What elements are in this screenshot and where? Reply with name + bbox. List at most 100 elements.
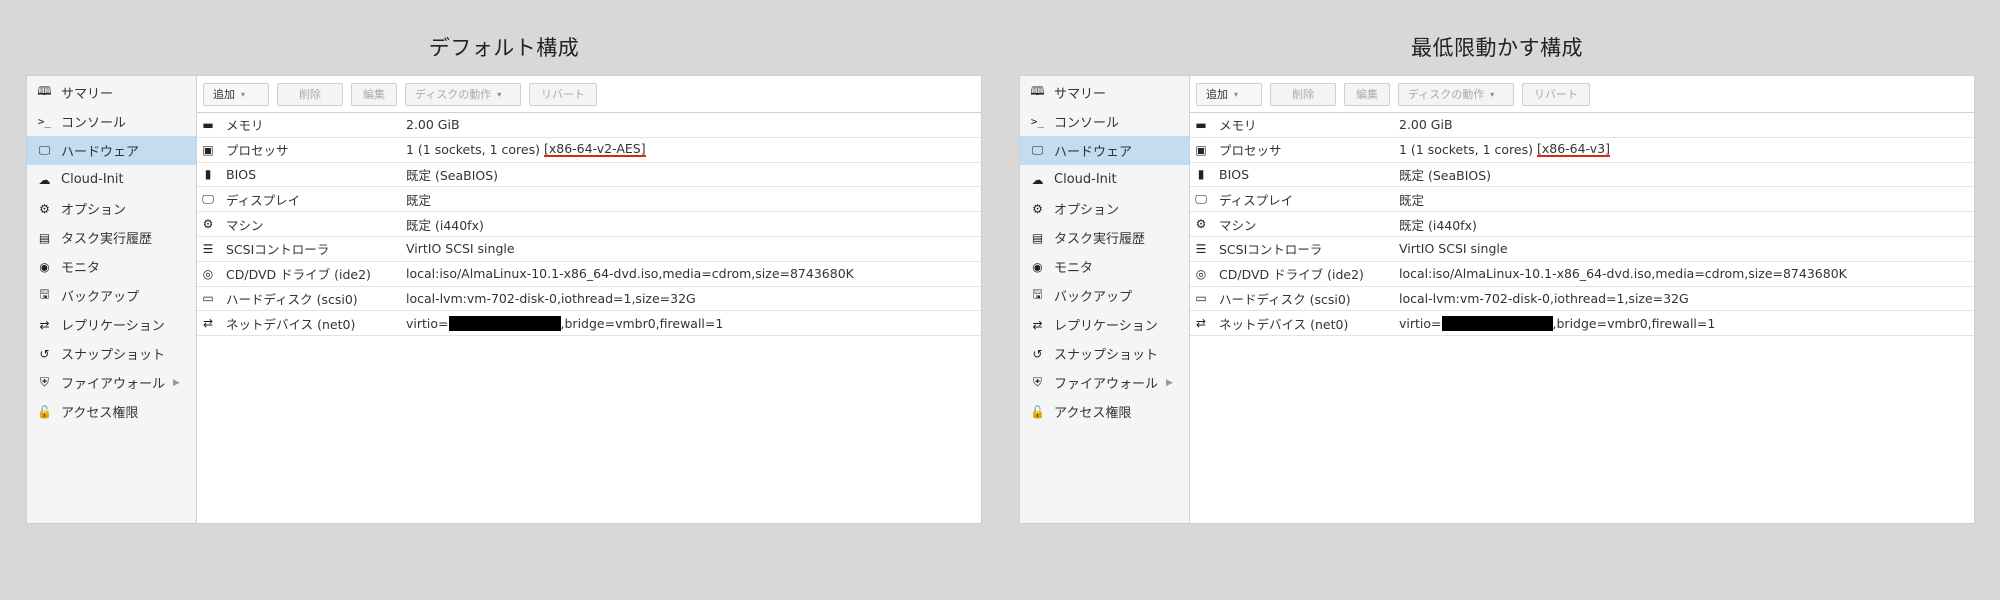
sidebar-item-backup[interactable]: 🖫 バックアップ <box>1020 281 1189 310</box>
sidebar-item-replication[interactable]: ⇄ レプリケーション <box>27 310 196 339</box>
chevron-down-icon: ▾ <box>1234 89 1239 99</box>
table-row-machine[interactable]: ⚙ マシン 既定 (i440fx) <box>1190 212 1974 237</box>
row-label: プロセッサ <box>226 143 289 159</box>
row-value: 既定 <box>1399 192 1425 208</box>
sidebar-item-label: モニタ <box>61 261 101 276</box>
chevron-right-icon[interactable]: ▶ <box>1166 378 1173 388</box>
sidebar-item-label: オプション <box>1054 203 1120 218</box>
eye-icon: ◉ <box>39 259 50 274</box>
sidebar-item-monitor[interactable]: ◉ モニタ <box>1020 252 1189 281</box>
sidebar-item-console[interactable]: >_ コンソール <box>1020 107 1189 136</box>
memory-icon: ▬ <box>1195 117 1207 132</box>
table-row-net-device[interactable]: ⇄ ネットデバイス (net0) virtio= ,bridge=vmbr0,fire… <box>197 311 981 337</box>
panel-title: デフォルト構成 <box>428 36 580 60</box>
hdd-icon: ▭ <box>202 291 214 306</box>
sidebar-item-permissions[interactable]: 🔓 アクセス権限 <box>27 397 196 426</box>
row-value: local-lvm:vm-702-disk-0,iothread=1,size=… <box>1399 290 1689 306</box>
chevron-right-icon[interactable]: ▶ <box>173 378 180 388</box>
database-icon: ☰ <box>202 241 214 256</box>
sidebar-item-replication[interactable]: ⇄ レプリケーション <box>1020 310 1189 339</box>
row-label: プロセッサ <box>1219 143 1282 159</box>
sidebar-item-label: バックアップ <box>61 290 140 305</box>
table-row-bios[interactable]: ▮ BIOS 既定 (SeaBIOS) <box>197 163 981 188</box>
sidebar-item-options[interactable]: ⚙ オプション <box>1020 194 1189 223</box>
row-value: 既定 (SeaBIOS) <box>406 167 499 183</box>
floppy-icon: 🖫 <box>39 287 50 301</box>
table-row-scsi-controller[interactable]: ☰ SCSIコントローラ VirtIO SCSI single <box>197 237 981 262</box>
disk-action-button[interactable]: ディスクの動作 ▾ <box>1398 82 1514 106</box>
sidebar-item-monitor[interactable]: ◉ モニタ <box>27 252 196 281</box>
table-row-hard-disk[interactable]: ▭ ハードディスク (scsi0) local-lvm:vm-702-disk-0,… <box>197 287 981 312</box>
sidebar-item-cloud-init[interactable]: ☁ Cloud-Init <box>1020 165 1189 194</box>
table-row-processor[interactable]: ▣ プロセッサ 1 (1 sockets, 1 cores) [x86-64-v3] <box>1190 138 1974 163</box>
sidebar-item-cloud-init[interactable]: ☁ Cloud-Init <box>27 165 196 194</box>
sidebar-item-task-history[interactable]: ▤ タスク実行履歴 <box>1020 223 1189 252</box>
sidebar-item-summary[interactable]: 🕮 サマリー <box>27 78 196 107</box>
sidebar-item-label: レプリケーション <box>1054 319 1158 334</box>
sidebar-item-snapshot[interactable]: ↺ スナップショット <box>1020 339 1189 368</box>
retweet-icon: ⇄ <box>39 317 50 332</box>
table-row-cdrom[interactable]: ◎ CD/DVD ドライブ (ide2) local:iso/AlmaLinux-1… <box>197 262 981 287</box>
table-row-cdrom[interactable]: ◎ CD/DVD ドライブ (ide2) local:iso/AlmaLinux-1… <box>1190 262 1974 287</box>
row-value: 既定 (i440fx) <box>1399 217 1477 233</box>
monitor-icon: 🖵 <box>1031 143 1044 157</box>
sidebar-item-options[interactable]: ⚙ オプション <box>27 194 196 223</box>
revert-button[interactable]: リバート <box>1522 82 1590 106</box>
table-row-hard-disk[interactable]: ▭ ハードディスク (scsi0) local-lvm:vm-702-disk-0,… <box>1190 287 1974 312</box>
table-row-display[interactable]: 🖵 ディスプレイ 既定 <box>197 187 981 213</box>
revert-button[interactable]: リバート <box>529 82 597 106</box>
cdrom-icon: ◎ <box>1195 266 1207 281</box>
hardware-main: 追加 ▾ 削除 編集 ディスクの動作 ▾ リバート ▬ メモリ 2.00 GiB ▣ プロ… <box>197 76 981 523</box>
row-label: メモリ <box>226 118 264 134</box>
row-label: BIOS <box>226 166 257 182</box>
terminal-icon: >_ <box>1030 115 1045 128</box>
row-label: ネットデバイス (net0) <box>226 316 356 332</box>
sidebar-item-task-history[interactable]: ▤ タスク実行履歴 <box>27 223 196 252</box>
row-value: local-lvm:vm-702-disk-0,iothread=1,size=… <box>406 290 696 306</box>
sidebar-item-firewall[interactable]: ⛨ ファイアウォール ▶ <box>1020 368 1189 397</box>
table-row-net-device[interactable]: ⇄ ネットデバイス (net0) virtio= ,bridge=vmbr0,fire… <box>1190 311 1974 337</box>
unlock-icon: 🔓 <box>37 404 52 419</box>
exchange-icon: ⇄ <box>202 316 214 331</box>
disk-action-button[interactable]: ディスクの動作 ▾ <box>405 82 521 106</box>
hdd-icon: ▭ <box>1195 291 1207 306</box>
table-row-processor[interactable]: ▣ プロセッサ 1 (1 sockets, 1 cores) [x86-64-v2-… <box>197 138 981 163</box>
floppy-icon: 🖫 <box>1032 287 1043 301</box>
table-row-scsi-controller[interactable]: ☰ SCSIコントローラ VirtIO SCSI single <box>1190 237 1974 262</box>
row-label: メモリ <box>1219 118 1257 134</box>
sidebar-item-snapshot[interactable]: ↺ スナップショット <box>27 339 196 368</box>
edit-button[interactable]: 編集 <box>1344 82 1390 106</box>
sidebar-item-firewall[interactable]: ⛨ ファイアウォール ▶ <box>27 368 196 397</box>
sidebar-item-summary[interactable]: 🕮 サマリー <box>1020 78 1189 107</box>
sidebar-item-console[interactable]: >_ コンソール <box>27 107 196 136</box>
sidebar-item-label: サマリー <box>1054 87 1107 102</box>
row-label: BIOS <box>1219 166 1250 182</box>
delete-button[interactable]: 削除 <box>277 82 343 106</box>
table-row-memory[interactable]: ▬ メモリ 2.00 GiB <box>1190 113 1974 138</box>
sidebar-item-hardware[interactable]: 🖵 ハードウェア <box>27 136 196 165</box>
row-label: CD/DVD ドライブ (ide2) <box>1219 267 1364 283</box>
edit-button[interactable]: 編集 <box>351 82 397 106</box>
sidebar-item-label: コンソール <box>61 116 127 131</box>
history-icon: ↺ <box>39 346 50 361</box>
table-row-bios[interactable]: ▮ BIOS 既定 (SeaBIOS) <box>1190 163 1974 188</box>
toolbar: 追加 ▾ 削除 編集 ディスクの動作 ▾ リバート <box>197 76 981 113</box>
row-label: マシン <box>226 217 264 233</box>
sidebar-item-label: Cloud-Init <box>1054 172 1117 187</box>
table-row-display[interactable]: 🖵 ディスプレイ 既定 <box>1190 187 1974 213</box>
add-button[interactable]: 追加 ▾ <box>203 82 269 106</box>
table-row-machine[interactable]: ⚙ マシン 既定 (i440fx) <box>197 212 981 237</box>
add-button[interactable]: 追加 ▾ <box>1196 82 1262 106</box>
row-label: ハードディスク (scsi0) <box>226 291 358 307</box>
row-label: SCSIコントローラ <box>226 242 330 258</box>
row-value: local:iso/AlmaLinux-10.1-x86_64-dvd.iso,… <box>1399 266 1847 282</box>
sidebar-item-hardware[interactable]: 🖵 ハードウェア <box>1020 136 1189 165</box>
table-row-memory[interactable]: ▬ メモリ 2.00 GiB <box>197 113 981 138</box>
net-model: virtio= <box>1399 315 1442 331</box>
processor-cores: 1 (1 sockets, 1 cores) <box>406 142 544 158</box>
sidebar-item-permissions[interactable]: 🔓 アクセス権限 <box>1020 397 1189 426</box>
sidebar-item-backup[interactable]: 🖫 バックアップ <box>27 281 196 310</box>
row-value: virtio= ,bridge=vmbr0,firewall=1 <box>1399 315 1715 331</box>
delete-button[interactable]: 削除 <box>1270 82 1336 106</box>
cogs-icon: ⚙ <box>202 217 214 232</box>
